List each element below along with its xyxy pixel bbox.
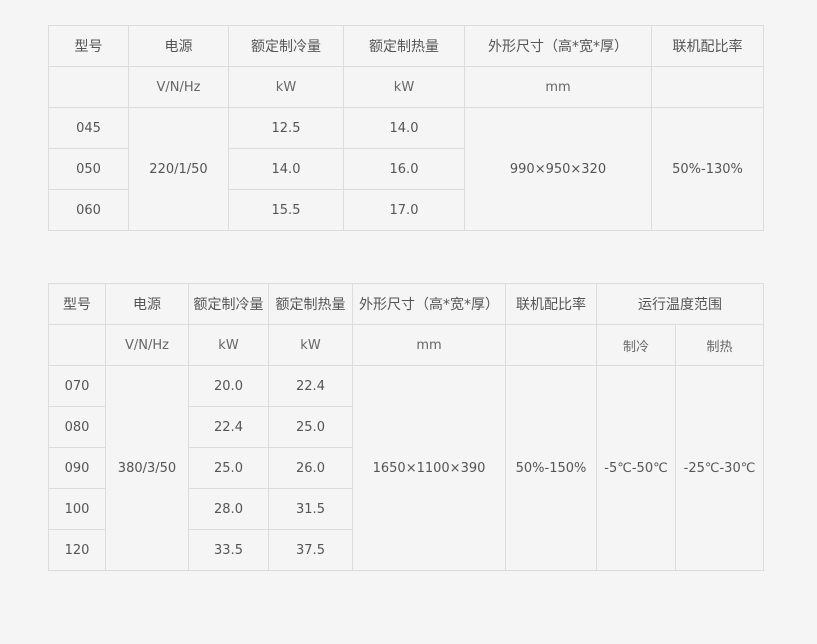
unit-heating: kW xyxy=(343,66,465,108)
header-row: 型号 电源 额定制冷量 额定制热量 外形尺寸（高*宽*厚） 联机配比率 运行温度… xyxy=(48,283,764,325)
heating-cell: 37.5 xyxy=(268,529,353,571)
cooling-cell: 22.4 xyxy=(188,406,269,448)
temp-heating-cell: -25℃-30℃ xyxy=(675,365,764,571)
model-cell: 090 xyxy=(48,447,106,489)
dimensions-cell: 990×950×320 xyxy=(464,107,652,231)
cooling-cell: 15.5 xyxy=(228,189,344,231)
header-heating-capacity: 额定制热量 xyxy=(268,283,353,325)
header-power: 电源 xyxy=(105,283,189,325)
header-connection-ratio: 联机配比率 xyxy=(651,25,764,67)
cooling-cell: 25.0 xyxy=(188,447,269,489)
table-row: 045 220/1/50 12.5 14.0 990×950×320 50%-1… xyxy=(48,107,764,231)
heating-cell: 17.0 xyxy=(343,189,465,231)
unit-model xyxy=(48,66,129,108)
header-cooling-capacity: 额定制冷量 xyxy=(188,283,269,325)
power-cell: 220/1/50 xyxy=(128,107,229,231)
spec-table-three-phase: 型号 电源 额定制冷量 额定制热量 外形尺寸（高*宽*厚） 联机配比率 运行温度… xyxy=(48,283,764,571)
unit-cooling: kW xyxy=(188,324,269,366)
ratio-cell: 50%-130% xyxy=(651,107,764,231)
cooling-cell: 12.5 xyxy=(228,107,344,149)
header-connection-ratio: 联机配比率 xyxy=(505,283,597,325)
heating-cell: 22.4 xyxy=(268,365,353,407)
dimensions-cell: 1650×1100×390 xyxy=(352,365,506,571)
header-heating-capacity: 额定制热量 xyxy=(343,25,465,67)
header-model: 型号 xyxy=(48,25,129,67)
unit-ratio xyxy=(505,324,597,366)
unit-heating: kW xyxy=(268,324,353,366)
unit-power: V/N/Hz xyxy=(105,324,189,366)
table-row: 070 380/3/50 20.0 22.4 1650×1100×390 50%… xyxy=(48,365,764,571)
unit-dimensions: mm xyxy=(464,66,652,108)
model-cell: 060 xyxy=(48,189,129,231)
unit-ratio xyxy=(651,66,764,108)
model-cell: 100 xyxy=(48,488,106,530)
header-power: 电源 xyxy=(128,25,229,67)
subheader-heating: 制热 xyxy=(675,324,764,366)
unit-row: V/N/Hz kW kW mm xyxy=(48,66,764,108)
heating-cell: 26.0 xyxy=(268,447,353,489)
power-cell: 380/3/50 xyxy=(105,365,189,571)
unit-row: V/N/Hz kW kW mm 制冷 制热 xyxy=(48,324,764,366)
heating-cell: 14.0 xyxy=(343,107,465,149)
unit-power: V/N/Hz xyxy=(128,66,229,108)
model-cell: 080 xyxy=(48,406,106,448)
model-cell: 045 xyxy=(48,107,129,149)
header-cooling-capacity: 额定制冷量 xyxy=(228,25,344,67)
header-operating-temp-range: 运行温度范围 xyxy=(596,283,764,325)
heating-cell: 31.5 xyxy=(268,488,353,530)
temp-cooling-cell: -5℃-50℃ xyxy=(596,365,676,571)
cooling-cell: 20.0 xyxy=(188,365,269,407)
model-cell: 120 xyxy=(48,529,106,571)
cooling-cell: 14.0 xyxy=(228,148,344,190)
unit-dimensions: mm xyxy=(352,324,506,366)
model-cell: 050 xyxy=(48,148,129,190)
header-row: 型号 电源 额定制冷量 额定制热量 外形尺寸（高*宽*厚） 联机配比率 xyxy=(48,25,764,67)
unit-cooling: kW xyxy=(228,66,344,108)
cooling-cell: 28.0 xyxy=(188,488,269,530)
cooling-cell: 33.5 xyxy=(188,529,269,571)
header-dimensions: 外形尺寸（高*宽*厚） xyxy=(464,25,652,67)
heating-cell: 25.0 xyxy=(268,406,353,448)
ratio-cell: 50%-150% xyxy=(505,365,597,571)
heating-cell: 16.0 xyxy=(343,148,465,190)
model-cell: 070 xyxy=(48,365,106,407)
subheader-cooling: 制冷 xyxy=(596,324,676,366)
header-model: 型号 xyxy=(48,283,106,325)
unit-model xyxy=(48,324,106,366)
spec-table-single-phase: 型号 电源 额定制冷量 额定制热量 外形尺寸（高*宽*厚） 联机配比率 V/N/… xyxy=(48,25,764,231)
header-dimensions: 外形尺寸（高*宽*厚） xyxy=(352,283,506,325)
